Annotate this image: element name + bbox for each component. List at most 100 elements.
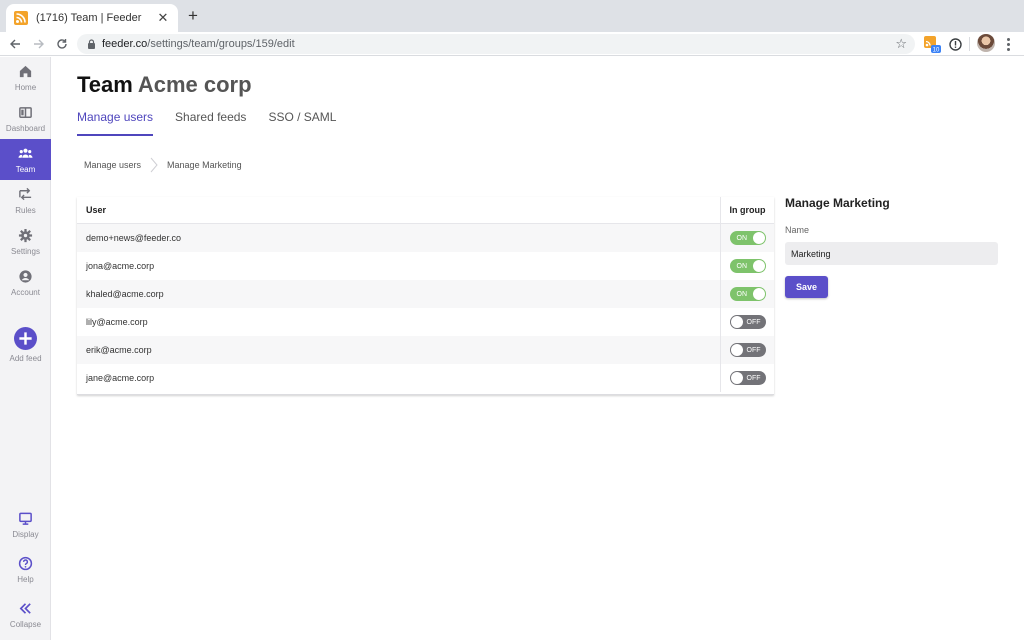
sidebar-item-collapse[interactable]: Collapse [0, 594, 51, 635]
sidebar-item-label: Collapse [9, 619, 42, 629]
table-row: jane@acme.corp OFF [77, 364, 774, 392]
sidebar-item-dashboard[interactable]: Dashboard [0, 98, 51, 139]
rss-icon [14, 11, 28, 25]
tab-sso-saml[interactable]: SSO / SAML [268, 110, 336, 136]
in-group-toggle[interactable]: ON [729, 231, 766, 245]
toggle-state: OFF [746, 374, 761, 382]
forward-icon[interactable] [30, 35, 48, 53]
breadcrumb-manage-users[interactable]: Manage users [84, 160, 141, 170]
table-row: lily@acme.corp OFF [77, 308, 774, 336]
breadcrumb-current: Manage Marketing [167, 160, 242, 170]
in-group-toggle[interactable]: OFF [729, 371, 766, 385]
browser-tab[interactable]: (1716) Team | Feeder ✕ [6, 4, 178, 32]
group-members-table: User In group demo+news@feeder.co ON jon… [77, 197, 774, 395]
monitor-icon [19, 512, 32, 525]
in-group-toggle[interactable]: OFF [729, 343, 766, 357]
reload-icon[interactable] [53, 35, 71, 53]
chevron-right-icon [150, 157, 158, 173]
new-tab-button[interactable]: + [185, 7, 201, 25]
help-icon [18, 556, 33, 570]
table-header-row: User In group [77, 197, 774, 224]
user-email: khaled@acme.corp [86, 289, 164, 299]
toggle-knob [752, 288, 765, 300]
sidebar-item-help[interactable]: Help [0, 549, 51, 590]
sidebar-item-add-feed[interactable]: Add feed [0, 321, 51, 369]
sidebar-item-label: Dashboard [5, 123, 46, 133]
page-title-team-name: Acme corp [137, 72, 252, 97]
in-group-toggle[interactable]: OFF [729, 315, 766, 329]
user-email: lily@acme.corp [86, 317, 148, 327]
tab-manage-users[interactable]: Manage users [77, 110, 154, 136]
table-row: jona@acme.corp ON [77, 252, 774, 280]
toggle-knob [752, 260, 765, 272]
save-button[interactable]: Save [785, 276, 828, 298]
group-name-input[interactable] [785, 242, 998, 265]
profile-avatar[interactable] [977, 34, 995, 52]
toggle-state: ON [736, 262, 748, 270]
account-icon [19, 269, 32, 283]
name-field-label: Name [785, 225, 810, 235]
table-row: demo+news@feeder.co ON [77, 224, 774, 252]
address-bar[interactable]: feeder.co/settings/team/groups/159/edit … [77, 34, 915, 54]
sidebar-item-label: Team [15, 164, 36, 174]
toggle-state: OFF [746, 346, 761, 354]
in-group-toggle[interactable]: ON [729, 259, 766, 273]
toggle-state: ON [736, 290, 748, 298]
sidebar-item-settings[interactable]: Settings [0, 221, 51, 262]
bookmark-star-icon[interactable]: ☆ [895, 36, 907, 52]
toggle-knob [730, 372, 743, 384]
page-title: Team Acme corp [77, 72, 252, 98]
sidebar-item-display[interactable]: Display [0, 504, 51, 545]
browser-toolbar: feeder.co/settings/team/groups/159/edit … [0, 32, 1024, 56]
table-row: khaled@acme.corp ON [77, 280, 774, 308]
in-group-cell: OFF [720, 336, 774, 364]
in-group-cell: ON [720, 224, 774, 252]
page-title-strong: Team [77, 72, 133, 97]
toggle-knob [730, 344, 743, 356]
user-email: erik@acme.corp [86, 345, 152, 355]
in-group-cell: ON [720, 280, 774, 308]
sidebar-item-label: Settings [11, 246, 40, 256]
toggle-knob [730, 316, 743, 328]
url-host: feeder.co [102, 38, 148, 50]
settings-tabs: Manage users Shared feeds SSO / SAML [77, 110, 358, 136]
user-email: demo+news@feeder.co [86, 233, 181, 243]
extension-badge: 10 [933, 48, 940, 54]
close-tab-icon[interactable]: ✕ [156, 10, 170, 26]
sidebar-item-label: Help [17, 574, 34, 584]
in-group-toggle[interactable]: ON [729, 287, 766, 301]
lock-icon [88, 39, 95, 49]
double-chevron-left-icon [19, 602, 31, 614]
sidebar-item-rules[interactable]: Rules [0, 180, 51, 221]
column-header-in-group: In group [720, 197, 774, 223]
user-email: jona@acme.corp [86, 261, 155, 271]
sidebar-item-label: Display [12, 529, 39, 539]
in-group-cell: ON [720, 252, 774, 280]
feeder-extension-icon[interactable]: 10 [923, 35, 941, 53]
url-path: /settings/team/groups/159/edit [147, 38, 295, 50]
dashboard-icon [19, 106, 32, 118]
sidebar-item-label: Home [14, 82, 37, 92]
sidebar-item-home[interactable]: Home [0, 57, 51, 98]
browser-menu-icon[interactable] [1001, 35, 1015, 53]
gear-icon [18, 228, 33, 242]
in-group-cell: OFF [720, 364, 774, 392]
browser-tab-strip: (1716) Team | Feeder ✕ + [0, 0, 1024, 32]
rules-icon [19, 187, 32, 200]
toggle-knob [752, 232, 765, 244]
sidebar-item-team[interactable]: Team [0, 139, 51, 180]
sidebar-item-label: Rules [15, 205, 36, 215]
column-header-user: User [86, 205, 107, 215]
user-email: jane@acme.corp [86, 373, 155, 383]
info-extension-icon[interactable] [946, 35, 964, 53]
tab-shared-feeds[interactable]: Shared feeds [175, 110, 246, 136]
in-group-cell: OFF [720, 308, 774, 336]
sidebar-item-account[interactable]: Account [0, 262, 51, 303]
toggle-state: OFF [746, 318, 761, 326]
home-icon [19, 65, 32, 77]
table-row: erik@acme.corp OFF [77, 336, 774, 364]
back-icon[interactable] [6, 35, 24, 53]
tab-title: (1716) Team | Feeder [36, 12, 142, 24]
team-icon [18, 148, 33, 158]
plus-icon [14, 327, 37, 350]
